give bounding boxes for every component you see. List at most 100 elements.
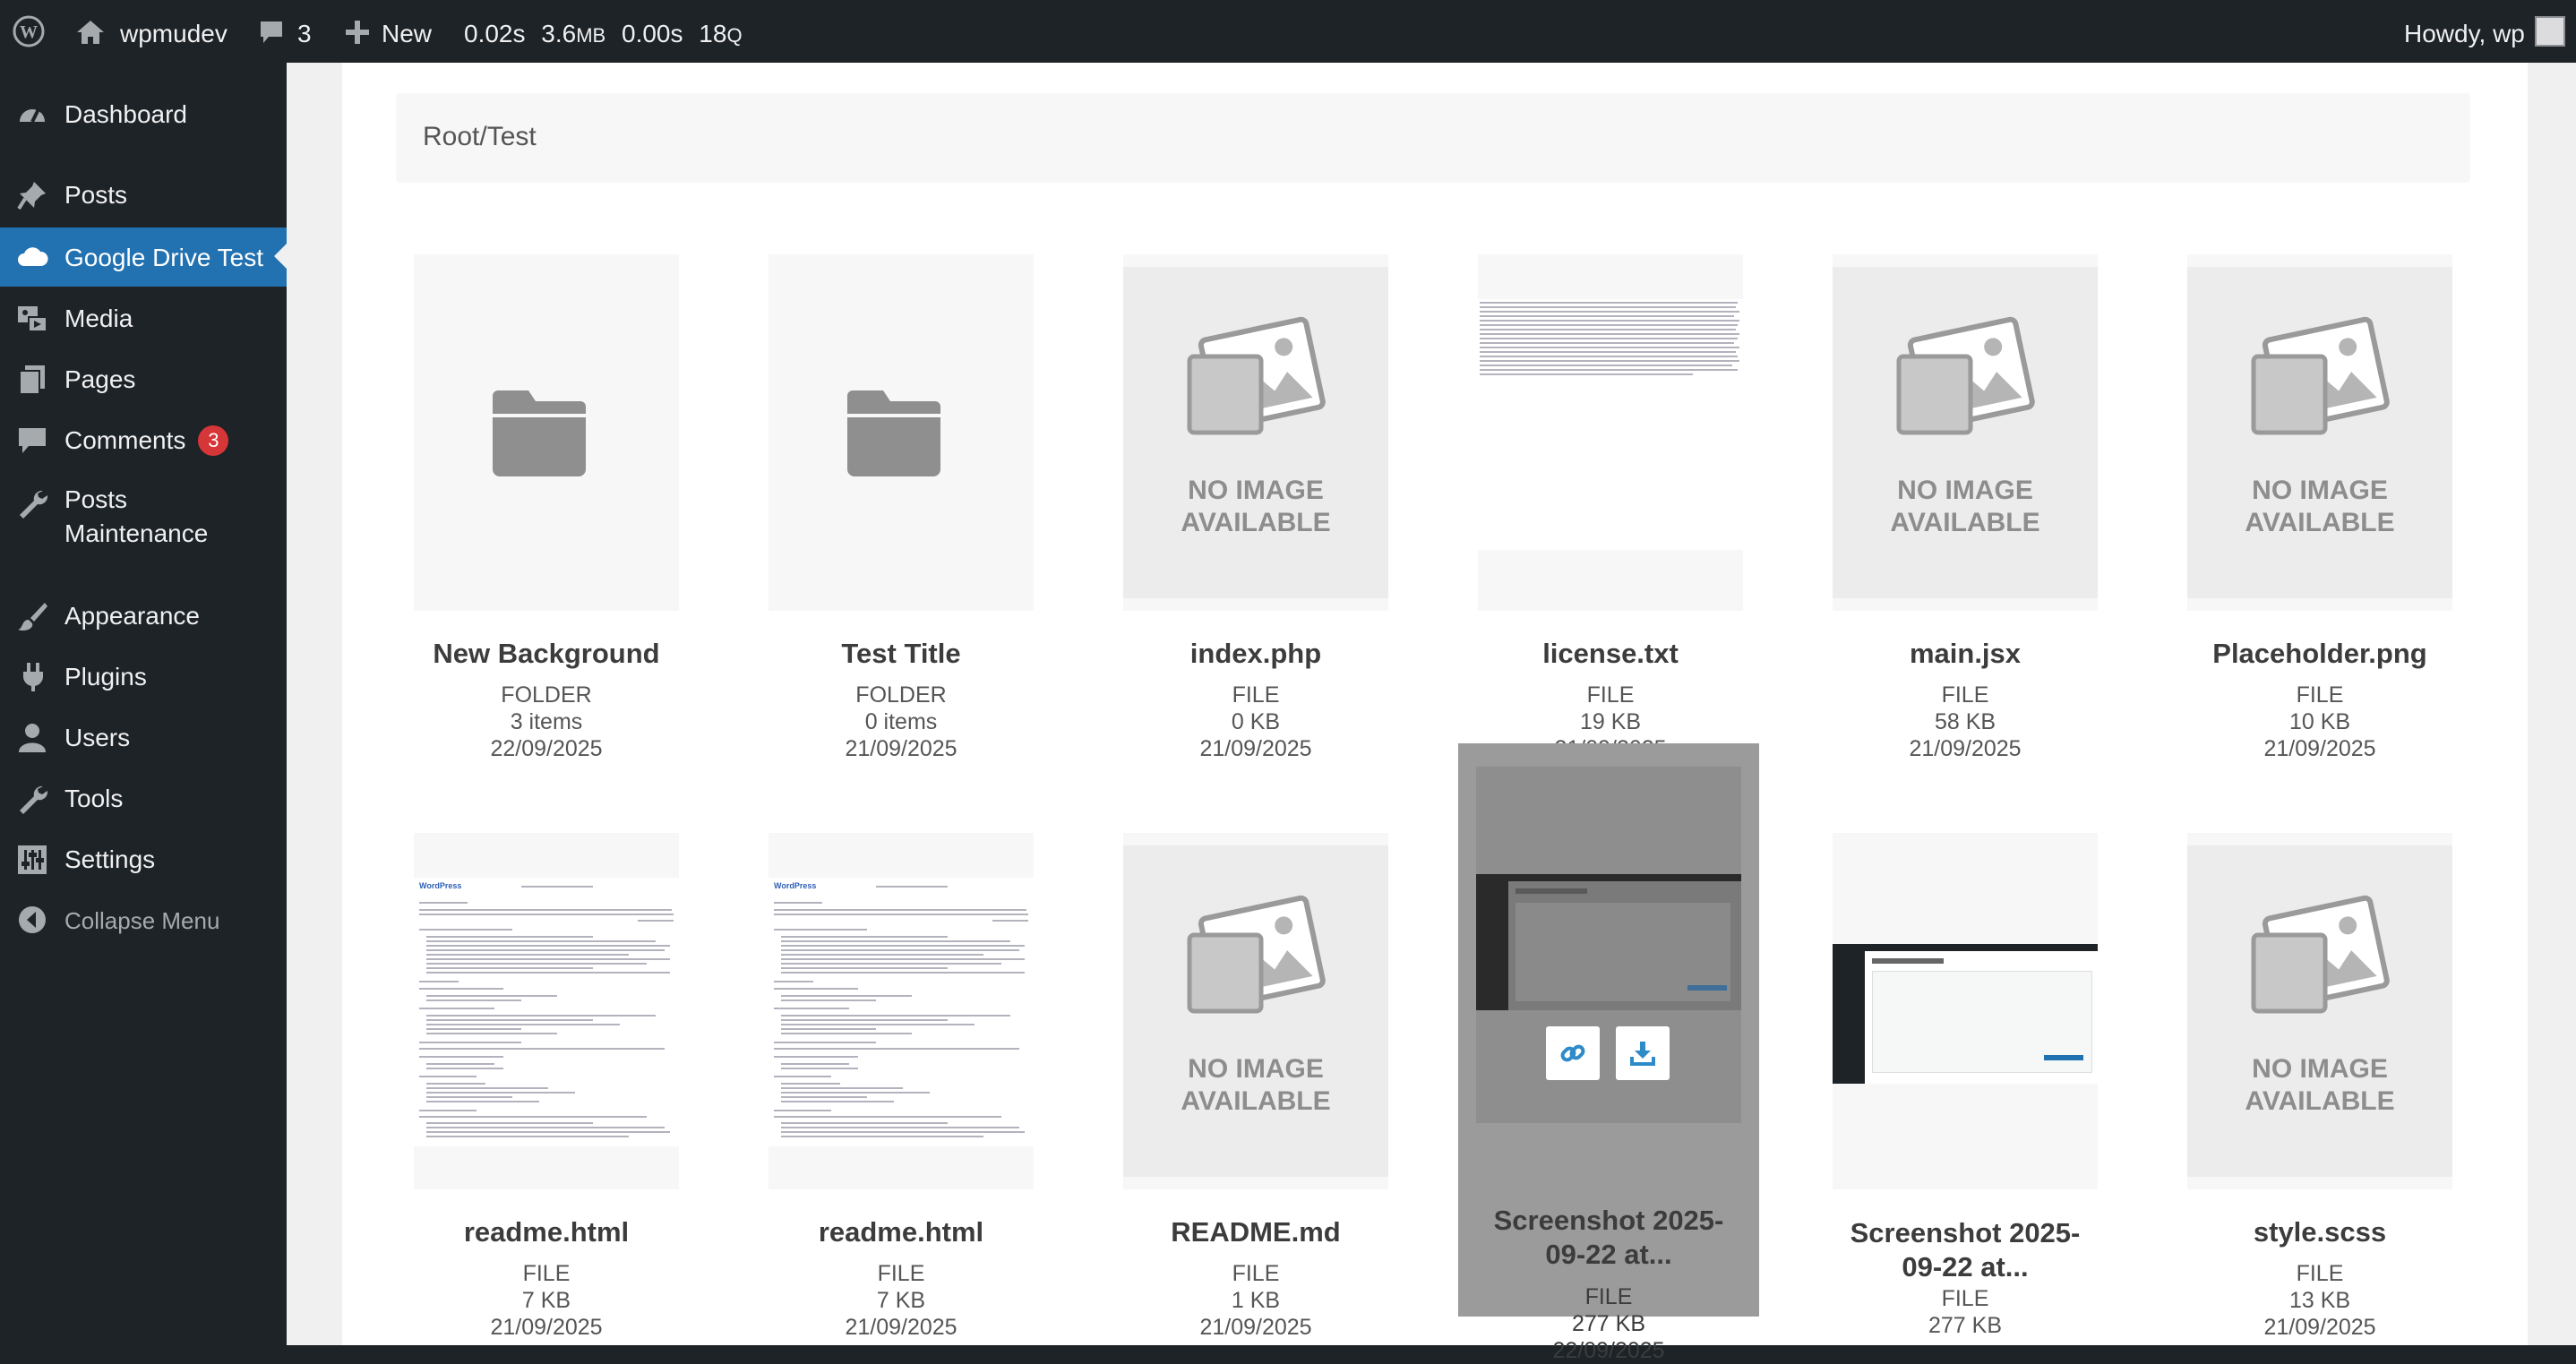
no-image-text: NO IMAGE AVAILABLE — [2245, 1054, 2395, 1116]
svg-text:W: W — [20, 22, 38, 42]
wrench-icon — [16, 487, 48, 519]
sidebar-item-pages[interactable]: Pages — [0, 358, 287, 401]
file-type: FILE — [1941, 1286, 1989, 1311]
account-menu[interactable]: Howdy, wp — [2404, 0, 2525, 63]
file-name: Placeholder.png — [2212, 638, 2427, 669]
file-card-selected[interactable]: Screenshot 2025- 09-22 at... FILE 277 KB … — [1458, 743, 1759, 1363]
file-size: 0 items — [864, 709, 938, 734]
download-icon — [1630, 1042, 1655, 1066]
admin-bar: W wpmudev 3 New 0.02s 3.6MB 0.00s 18Q Ho… — [0, 0, 2576, 63]
file-size: 13 KB — [2288, 1288, 2351, 1313]
sidebar-item-tools[interactable]: Tools — [0, 777, 287, 820]
svg-text:WordPress: WordPress — [774, 881, 816, 890]
file-type: FOLDER — [855, 682, 947, 708]
file-name: readme.html — [463, 1216, 630, 1248]
sidebar-item-comments[interactable]: Comments 3 — [0, 419, 287, 462]
site-name-link[interactable]: wpmudev — [75, 0, 228, 63]
comments-count: 3 — [297, 20, 312, 47]
file-name: main.jsx — [1909, 638, 2022, 669]
file-size: 7 KB — [521, 1288, 571, 1313]
new-content-link[interactable]: New — [344, 0, 432, 63]
sidebar-item-media[interactable]: Media — [0, 297, 287, 340]
new-label: New — [382, 20, 433, 47]
sidebar-item-plugins[interactable]: Plugins — [0, 656, 287, 699]
file-date: 21/09/2025 — [1199, 736, 1312, 761]
wrench-icon — [16, 783, 48, 815]
dashboard-icon — [16, 99, 48, 131]
media-icon — [16, 303, 48, 335]
file-type: FILE — [1941, 682, 1989, 708]
photo-placeholder-icon — [2251, 316, 2390, 435]
no-image-text: NO IMAGE AVAILABLE — [1181, 1054, 1331, 1116]
file-date: 22/09/2025 — [490, 736, 603, 761]
wordpress-logo-icon[interactable]: W — [13, 15, 45, 47]
no-image-text: NO IMAGE AVAILABLE — [2245, 476, 2395, 537]
card-thumbnail: NO IMAGE AVAILABLE — [2187, 833, 2452, 1189]
folder-icon — [847, 390, 940, 476]
breadcrumb-path[interactable]: Root/Test — [423, 122, 537, 152]
file-date: 22/09/2025 — [1552, 1338, 1665, 1363]
file-type: FILE — [1232, 1261, 1280, 1286]
card-thumbnail: NO IMAGE AVAILABLE — [2187, 254, 2452, 611]
file-type: FILE — [522, 1261, 571, 1286]
file-size: 3 items — [510, 709, 583, 734]
avatar[interactable] — [2535, 16, 2565, 47]
no-image-placeholder: NO IMAGE AVAILABLE — [2187, 267, 2452, 598]
file-size: 277 KB — [1571, 1311, 1645, 1336]
file-date: 21/09/2025 — [1199, 1315, 1312, 1340]
file-type: FILE — [2296, 682, 2344, 708]
sidebar-item-posts-maintenance[interactable]: Posts Maintenance — [0, 480, 287, 555]
sidebar-item-appearance[interactable]: Appearance — [0, 595, 287, 638]
card-thumbnail: NO IMAGE AVAILABLE — [1833, 254, 2098, 611]
pin-icon — [16, 179, 48, 211]
cloud-icon — [16, 241, 48, 273]
file-type: FILE — [1584, 1284, 1633, 1309]
file-date: 21/09/2025 — [1909, 736, 2022, 761]
perf-queries: 18Q — [699, 20, 743, 47]
file-size: 7 KB — [876, 1288, 926, 1313]
plus-icon — [344, 19, 371, 46]
file-name: Screenshot 2025- 09-22 at... — [1493, 1205, 1724, 1270]
collapse-menu-button[interactable]: Collapse Menu — [0, 899, 287, 940]
site-name: wpmudev — [120, 20, 228, 47]
breadcrumb: Root/Test — [396, 93, 2470, 183]
card-thumbnail: WordPress — [769, 833, 1034, 1189]
download-button[interactable] — [1616, 1026, 1670, 1080]
query-monitor-stats[interactable]: 0.02s 3.6MB 0.00s 18Q — [464, 0, 743, 63]
sidebar-item-google-drive-test[interactable]: Google Drive Test — [0, 227, 287, 287]
comments-link[interactable]: 3 — [258, 0, 312, 63]
comments-label: Comments — [64, 426, 186, 454]
sidebar-item-posts[interactable]: Posts — [0, 174, 287, 217]
collapse-arrow-icon — [16, 904, 48, 936]
photo-placeholder-icon — [1896, 316, 2035, 435]
file-name: style.scss — [2253, 1216, 2387, 1248]
sidebar-item-settings[interactable]: Settings — [0, 838, 287, 881]
file-date: 21/09/2025 — [845, 1315, 957, 1340]
photo-placeholder-icon — [1187, 316, 1326, 435]
card-thumbnail: WordPress — [414, 833, 679, 1189]
pages-icon — [16, 364, 48, 396]
sidebar-item-dashboard[interactable]: Dashboard — [0, 93, 287, 136]
file-date: 21/09/2025 — [2263, 736, 2376, 761]
perf-db-time: 0.00s — [622, 20, 683, 47]
copy-link-button[interactable] — [1546, 1026, 1600, 1080]
plug-icon — [16, 661, 48, 693]
sidebar-item-users[interactable]: Users — [0, 716, 287, 759]
file-size: 10 KB — [2288, 709, 2351, 734]
link-icon — [1560, 1044, 1585, 1062]
sliders-icon — [16, 844, 48, 876]
photo-placeholder-icon — [2251, 895, 2390, 1014]
no-image-placeholder: NO IMAGE AVAILABLE — [1123, 845, 1388, 1177]
document-preview: WordPress — [414, 878, 679, 1146]
file-name: index.php — [1189, 638, 1322, 669]
home-icon — [75, 19, 106, 46]
perf-memory: 3.6MB — [541, 20, 606, 47]
file-name: New Background — [433, 638, 660, 669]
screenshot-preview — [1476, 874, 1741, 1010]
user-icon — [16, 722, 48, 754]
file-name: README.md — [1171, 1216, 1341, 1248]
no-image-placeholder: NO IMAGE AVAILABLE — [2187, 845, 2452, 1177]
screenshot-preview — [1833, 944, 2098, 1084]
current-menu-arrow — [274, 244, 287, 269]
file-date: 21/09/2025 — [490, 1315, 603, 1340]
